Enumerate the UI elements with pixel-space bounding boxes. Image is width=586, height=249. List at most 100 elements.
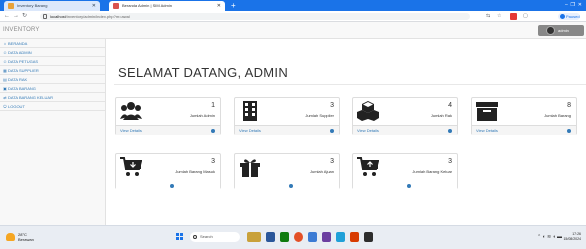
stat-card-supplier: 3 Jumlah Supplier View Details — [234, 97, 340, 135]
tab-close-icon[interactable]: ✕ — [217, 1, 221, 11]
stat-value: 4 — [448, 102, 452, 109]
view-details-link[interactable]: View Details — [353, 125, 457, 135]
archive-icon — [476, 102, 498, 121]
main-content: SELAMAT DATANG, ADMIN 1 Jumlah Admin Vie… — [106, 39, 586, 225]
browser-tab-beranda[interactable]: Beranda Admin | SIM Admin ✕ — [109, 1, 225, 11]
stat-label: Jumlah Barang — [544, 113, 571, 118]
sidebar-item-data-rak[interactable]: ▤DATA RAK — [0, 75, 105, 84]
taskbar-search[interactable]: Search — [190, 232, 240, 242]
details-link[interactable] — [235, 181, 339, 191]
stat-label: Jumlah Supplier — [305, 113, 334, 118]
details-link[interactable] — [116, 181, 220, 191]
gift-icon — [240, 159, 260, 177]
stat-value: 3 — [330, 102, 334, 109]
stat-label: Jumlah Barang Masuk — [175, 169, 215, 174]
cloud-sun-icon — [6, 233, 15, 241]
stat-label: Jumlah Admin — [189, 113, 215, 118]
app-icon[interactable] — [266, 232, 275, 242]
reload-icon[interactable]: ↻ — [22, 11, 27, 22]
sidebar-item-label: DATA BARANG KELUAR — [8, 95, 53, 100]
tab-label: Beranda Admin | SIM Admin — [122, 3, 172, 8]
info-icon[interactable] — [43, 14, 47, 19]
clock[interactable]: 17:26 15/08/2024 — [563, 232, 581, 242]
stat-label: Jumlah Barang Keluar — [412, 169, 452, 174]
app-brand[interactable]: INVENTORY — [3, 27, 40, 33]
profile-label: Paused — [566, 14, 580, 19]
system-tray[interactable]: ⌃ ◐ ≋ ◖ ▬ — [537, 232, 562, 242]
forward-icon[interactable]: → — [13, 11, 19, 22]
user-menu[interactable]: admin — [538, 25, 584, 36]
stat-value: 3 — [330, 158, 334, 165]
view-details-link[interactable]: View Details — [235, 125, 339, 135]
chrome-icon[interactable] — [294, 232, 303, 242]
sidebar-item-label: LOGOUT — [8, 104, 25, 109]
weather-desc: Berawan — [18, 237, 34, 242]
stat-card-barang-keluar: 3 Jumlah Barang Keluar — [352, 153, 458, 191]
sidebar-item-label: DATA ADMIN — [8, 50, 32, 55]
url-host: localhost — [50, 14, 66, 19]
sidebar-item-beranda[interactable]: ⌂ BERANDA — [0, 39, 105, 48]
sidebar-item-data-supplier[interactable]: ▦DATA SUPPLIER — [0, 66, 105, 75]
sidebar-item-data-barang[interactable]: ▣DATA BARANG — [0, 84, 105, 93]
sidebar-item-data-admin[interactable]: ☺DATA ADMIN — [0, 48, 105, 57]
view-details-label: View Details — [239, 128, 261, 133]
extension-icon[interactable] — [510, 13, 517, 20]
cart-in-icon — [120, 157, 142, 176]
stat-value: 1 — [211, 102, 215, 109]
sidebar: ⌂ BERANDA ☺DATA ADMIN ☺DATA PETUGAS ▦DATA… — [0, 39, 106, 225]
sidebar-item-label: DATA BARANG — [8, 86, 36, 91]
sidebar-item-label: BERANDA — [8, 41, 28, 46]
view-details-link[interactable]: View Details — [116, 125, 220, 135]
arrow-circle-right-icon — [330, 129, 334, 133]
app-icon[interactable] — [350, 232, 359, 242]
profile-button[interactable]: Paused — [558, 13, 580, 20]
app-icon[interactable] — [280, 232, 289, 242]
stat-card-admin: 1 Jumlah Admin View Details — [115, 97, 221, 135]
cart-icon: ⇄ — [3, 95, 7, 100]
cubes-icon — [357, 101, 379, 121]
arrow-circle-right-icon — [407, 184, 411, 188]
sidebar-item-logout[interactable]: ⏻LOGOUT — [0, 102, 105, 111]
stat-card-ajuan: 3 Jumlah Ajuan — [234, 153, 340, 191]
app-icon[interactable] — [322, 232, 331, 242]
stat-card-barang-masuk: 3 Jumlah Barang Masuk — [115, 153, 221, 191]
browser-tab-bar: Inventory Barang ✕ Beranda Admin | SIM A… — [0, 0, 586, 11]
user-name: admin — [558, 28, 569, 33]
avatar — [560, 14, 565, 19]
star-icon[interactable]: ☆ — [497, 13, 501, 20]
sidepanel-icon[interactable]: ▢ — [523, 13, 528, 20]
users-icon — [120, 102, 142, 120]
new-tab-button[interactable]: + — [231, 1, 236, 11]
box-icon: ▣ — [3, 86, 7, 91]
table-icon: ▦ — [3, 68, 7, 73]
avatar — [546, 26, 555, 35]
stat-card-rak: 4 Jumlah Rak View Details — [352, 97, 458, 135]
view-details-label: View Details — [357, 128, 379, 133]
sidebar-item-data-petugas[interactable]: ☺DATA PETUGAS — [0, 57, 105, 66]
url-input[interactable]: localhost/inventory/admin/index.php?m=aw… — [40, 13, 470, 20]
building-icon — [243, 101, 257, 121]
view-details-link[interactable]: View Details — [472, 125, 576, 135]
arrow-circle-right-icon — [211, 129, 215, 133]
explorer-icon[interactable] — [308, 232, 317, 242]
window-controls[interactable]: – ❐ ✕ — [565, 0, 582, 11]
stat-value: 3 — [448, 158, 452, 165]
tab-label: Inventory Barang — [17, 3, 48, 8]
back-icon[interactable]: ← — [4, 11, 10, 22]
stat-card-barang: 8 Jumlah Barang View Details — [471, 97, 577, 135]
rack-icon: ▤ — [3, 77, 7, 82]
stat-label: Jumlah Ajuan — [309, 169, 334, 174]
widgets-icon[interactable] — [247, 232, 261, 242]
sidebar-item-data-barang-keluar[interactable]: ⇄DATA BARANG KELUAR — [0, 93, 105, 102]
browser-tab-inventory[interactable]: Inventory Barang ✕ — [4, 1, 100, 11]
view-details-label: View Details — [476, 128, 498, 133]
details-link[interactable] — [353, 181, 457, 191]
translate-icon[interactable]: ⇆ — [486, 13, 490, 20]
edge-icon[interactable] — [336, 232, 345, 242]
app-icon[interactable] — [364, 232, 373, 242]
weather-widget[interactable]: 28°C Berawan — [6, 231, 46, 245]
tab-close-icon[interactable]: ✕ — [92, 1, 96, 11]
search-label: Search — [200, 234, 213, 239]
start-button[interactable] — [176, 233, 184, 241]
arrow-circle-right-icon — [170, 184, 174, 188]
